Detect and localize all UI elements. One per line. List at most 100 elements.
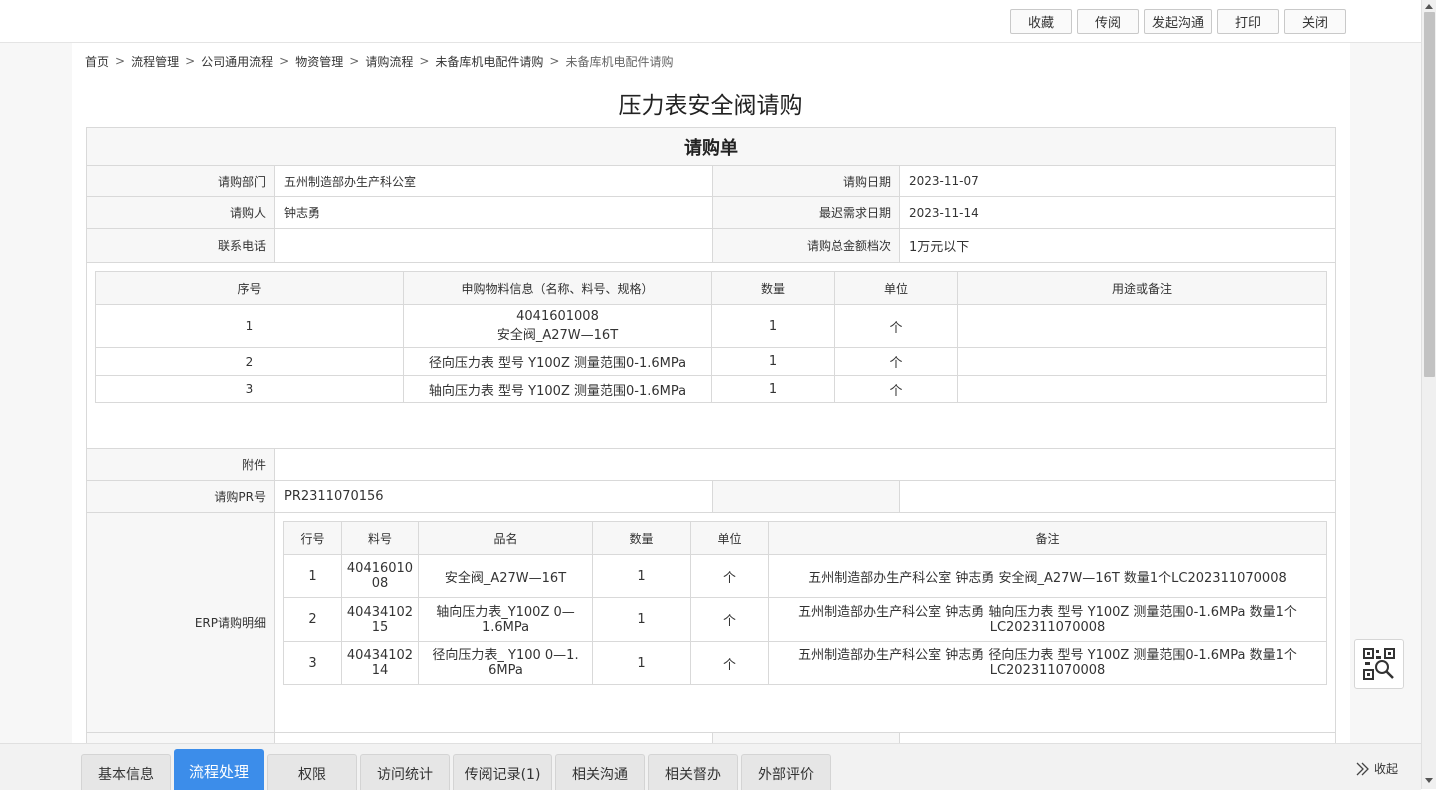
breadcrumb-separator: >	[185, 54, 196, 68]
erp-code-line: 08	[371, 576, 389, 591]
pr-label: 请购PR号	[87, 481, 274, 512]
breadcrumb-current: 未备库机电配件请购	[565, 54, 674, 69]
erp-line: 3	[283, 641, 342, 685]
qr-search-icon	[1363, 648, 1395, 680]
table-row: 1 4041601008 安全阀_A27W—16T 1 个	[95, 304, 1327, 348]
erp-name-line: 径向压力表_ Y100 0—1.	[432, 648, 579, 663]
breadcrumb-company-process[interactable]: 公司通用流程	[201, 53, 273, 70]
breadcrumb-separator: >	[419, 54, 430, 68]
item-info: 轴向压力表 型号 Y100Z 测量范围0-1.6MPa	[403, 375, 712, 403]
tab-permissions[interactable]: 权限	[267, 754, 357, 790]
breadcrumb-separator: >	[549, 54, 560, 68]
breadcrumb-parts-request[interactable]: 未备库机电配件请购	[435, 53, 543, 70]
circulate-button[interactable]: 传阅	[1077, 9, 1139, 34]
tab-related-communication[interactable]: 相关沟通	[555, 754, 645, 790]
scroll-up-arrow-icon[interactable]	[1425, 4, 1433, 9]
item-qty: 1	[711, 375, 835, 403]
items-block: 序号 申购物料信息（名称、料号、规格） 数量 单位 用途或备注 1 404160…	[86, 263, 1336, 449]
dept-value: 五州制造部办生产科公室	[274, 166, 712, 196]
table-row: 3 40434102 14 径向压力表_ Y100 0—1. 6MPa 1 个 五州…	[283, 641, 1327, 685]
tab-visit-stats[interactable]: 访问统计	[360, 754, 450, 790]
erp-name-line: 轴向压力表_Y100Z 0—	[436, 604, 575, 620]
breadcrumb-process-management[interactable]: 流程管理	[131, 53, 179, 70]
favorite-button[interactable]: 收藏	[1010, 9, 1072, 34]
erp-header-remark: 备注	[768, 521, 1327, 555]
erp-remark-line: LC202311070008	[989, 663, 1106, 678]
date-value: 2023-11-07	[899, 166, 1335, 196]
item-note	[957, 375, 1327, 403]
top-toolbar: 收藏 传阅 发起沟通 打印 关闭	[0, 0, 1421, 43]
pr-value: PR2311070156	[274, 481, 712, 512]
erp-qty: 1	[592, 597, 691, 642]
items-header-info: 申购物料信息（名称、料号、规格）	[403, 271, 712, 305]
amount-label: 请购总金额档次	[712, 229, 899, 262]
item-info-line: 4041601008	[516, 309, 599, 324]
erp-name: 安全阀_A27W—16T	[418, 554, 593, 598]
erp-remark-line: 五州制造部办生产科公室 钟志勇 径向压力表 型号 Y100Z 测量范围0-1.6…	[798, 648, 1297, 663]
collapse-button[interactable]: 收起	[1355, 760, 1398, 777]
table-row: 3 轴向压力表 型号 Y100Z 测量范围0-1.6MPa 1 个	[95, 375, 1327, 403]
erp-code: 40434102 15	[341, 597, 419, 642]
tab-related-supervision[interactable]: 相关督办	[648, 754, 738, 790]
vertical-scrollbar[interactable]	[1421, 0, 1436, 789]
tab-basic-info[interactable]: 基本信息	[81, 754, 171, 790]
form-row-erp: ERP请购明细 行号 料号 品名 数量 单位 备注 1 40416010 08 安…	[86, 513, 1336, 733]
erp-remark-line: 五州制造部办生产科公室 钟志勇 轴向压力表 型号 Y100Z 测量范围0-1.6…	[798, 604, 1297, 620]
scrollbar-thumb[interactable]	[1424, 12, 1435, 377]
form-section-title: 请购单	[684, 137, 738, 159]
item-note	[957, 304, 1327, 348]
tab-circulation-records[interactable]: 传阅记录(1)	[453, 754, 552, 790]
breadcrumb-separator: >	[349, 54, 360, 68]
erp-unit: 个	[690, 641, 769, 685]
erp-name: 轴向压力表_Y100Z 0— 1.6MPa	[418, 597, 593, 642]
item-no: 2	[95, 347, 404, 376]
bottom-tab-bar: 基本信息 流程处理 权限 访问统计 传阅记录(1) 相关沟通 相关督办 外部评价	[0, 743, 1421, 790]
qr-code-button[interactable]	[1354, 639, 1404, 689]
item-note	[957, 347, 1327, 376]
page-title: 压力表安全阀请购	[618, 93, 803, 119]
erp-line: 2	[283, 597, 342, 642]
attachment-area[interactable]	[274, 449, 1335, 480]
erp-code-line: 14	[371, 663, 389, 678]
erp-header-code: 料号	[341, 521, 419, 555]
erp-code: 40416010 08	[341, 554, 419, 598]
erp-header-line: 行号	[283, 521, 342, 555]
phone-label: 联系电话	[87, 229, 274, 262]
breadcrumb-home[interactable]: 首页	[85, 53, 109, 70]
erp-remark-line: 五州制造部办生产科公室 钟志勇 安全阀_A27W—16T 数量1个LC20231…	[808, 570, 1287, 586]
erp-header-name: 品名	[418, 521, 593, 555]
erp-name-line: 6MPa	[488, 663, 523, 678]
erp-qty: 1	[592, 641, 691, 685]
tab-external-evaluation[interactable]: 外部评价	[741, 754, 831, 790]
scroll-down-arrow-icon[interactable]	[1425, 778, 1433, 783]
attachment-label: 附件	[87, 449, 274, 480]
erp-label: ERP请购明细	[87, 513, 274, 732]
erp-code-line: 40434102	[346, 604, 414, 620]
close-button[interactable]: 关闭	[1284, 9, 1346, 34]
print-button[interactable]: 打印	[1217, 9, 1279, 34]
item-no: 1	[95, 304, 404, 348]
breadcrumb: 首页 > 流程管理 > 公司通用流程 > 物资管理 > 请购流程 > 未备库机电配件请购 >…	[85, 52, 673, 70]
double-chevron-right-icon	[1356, 762, 1369, 775]
tab-process-handling[interactable]: 流程处理	[174, 749, 264, 790]
erp-table: 行号 料号 品名 数量 单位 备注 1 40416010 08 安全阀_A27W—…	[283, 521, 1327, 685]
items-header-unit: 单位	[834, 271, 958, 305]
erp-code-line: 40434102	[346, 648, 414, 663]
items-table-header: 序号 申购物料信息（名称、料号、规格） 数量 单位 用途或备注	[95, 271, 1327, 305]
collapse-label: 收起	[1374, 762, 1399, 776]
erp-name: 径向压力表_ Y100 0—1. 6MPa	[418, 641, 593, 685]
left-gutter	[0, 43, 72, 743]
item-info: 径向压力表 型号 Y100Z 测量范围0-1.6MPa	[403, 347, 712, 376]
start-communication-button[interactable]: 发起沟通	[1144, 9, 1212, 34]
right-gutter	[1350, 43, 1421, 743]
breadcrumb-material-management[interactable]: 物资管理	[295, 53, 343, 70]
form-row-phone: 联系电话 请购总金额档次 1万元以下	[86, 229, 1336, 263]
table-row: 2 径向压力表 型号 Y100Z 测量范围0-1.6MPa 1 个	[95, 347, 1327, 376]
erp-remark: 五州制造部办生产科公室 钟志勇 安全阀_A27W—16T 数量1个LC20231…	[768, 554, 1327, 598]
erp-code: 40434102 14	[341, 641, 419, 685]
item-info: 4041601008 安全阀_A27W—16T	[403, 304, 712, 348]
erp-name-line: 1.6MPa	[481, 619, 530, 635]
form-row-dept: 请购部门 五州制造部办生产科公室 请购日期 2023-11-07	[86, 166, 1336, 197]
items-table: 序号 申购物料信息（名称、料号、规格） 数量 单位 用途或备注 1 404160…	[95, 271, 1327, 403]
breadcrumb-purchase-process[interactable]: 请购流程	[365, 53, 413, 70]
